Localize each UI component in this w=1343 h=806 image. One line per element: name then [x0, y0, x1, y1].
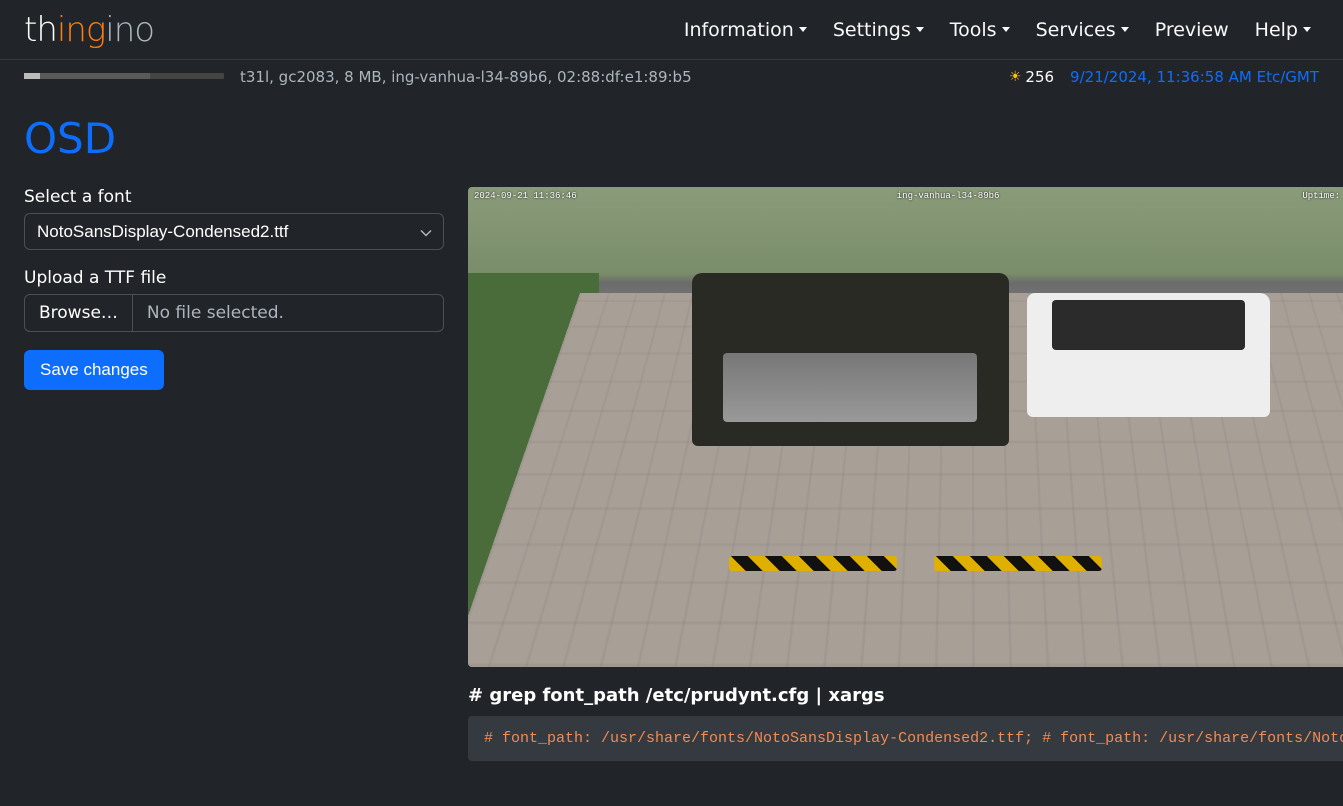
- nav-item-information[interactable]: Information: [676, 11, 815, 49]
- preview-panel: 2024-09-21 11:36:46 ing-vanhua-l34-89b6 …: [468, 187, 1343, 761]
- select-font-label: Select a font: [24, 187, 444, 207]
- chevron-down-icon: [1121, 27, 1129, 32]
- font-select[interactable]: NotoSansDisplay-Condensed2.ttf: [24, 213, 444, 250]
- save-changes-button[interactable]: Save changes: [24, 350, 164, 390]
- memory-progress: [24, 73, 224, 81]
- osd-overlay-timestamp: 2024-09-21 11:36:46: [474, 191, 577, 201]
- camera-preview-image: 2024-09-21 11:36:46 ing-vanhua-l34-89b6 …: [468, 187, 1343, 667]
- nav-links: Information Settings Tools Services Prev…: [676, 11, 1319, 49]
- brightness-indicator: ☀ 256: [1009, 68, 1054, 86]
- main-content: OSD Select a font NotoSansDisplay-Conden…: [0, 94, 1343, 781]
- logo[interactable]: thingino: [24, 10, 154, 50]
- nav-item-services[interactable]: Services: [1028, 11, 1137, 49]
- logo-part-th: th: [24, 10, 57, 50]
- nav-label: Help: [1255, 19, 1298, 41]
- chevron-down-icon: [799, 27, 807, 32]
- file-name-display: No file selected.: [133, 295, 298, 331]
- osd-overlay-hostname: ing-vanhua-l34-89b6: [897, 191, 1000, 201]
- command-output: # font_path: /usr/share/fonts/NotoSansDi…: [468, 716, 1343, 761]
- device-status-text: t31l, gc2083, 8 MB, ing-vanhua-l34-89b6,…: [240, 68, 993, 86]
- osd-overlay-uptime: Uptime: 000:36:03: [1302, 191, 1343, 201]
- nav-item-settings[interactable]: Settings: [825, 11, 932, 49]
- page-title: OSD: [24, 114, 1319, 163]
- upload-ttf-label: Upload a TTF file: [24, 268, 444, 288]
- nav-label: Tools: [950, 19, 997, 41]
- file-input[interactable]: Browse… No file selected.: [24, 294, 444, 332]
- nav-item-tools[interactable]: Tools: [942, 11, 1018, 49]
- browse-button[interactable]: Browse…: [25, 295, 133, 331]
- nav-label: Information: [684, 19, 794, 41]
- nav-label: Services: [1036, 19, 1116, 41]
- nav-label: Settings: [833, 19, 911, 41]
- command-label: # grep font_path /etc/prudynt.cfg | xarg…: [468, 685, 1343, 706]
- navbar: thingino Information Settings Tools Serv…: [0, 0, 1343, 59]
- timestamp-link[interactable]: 9/21/2024, 11:36:58 AM Etc/GMT: [1070, 68, 1319, 86]
- nav-label: Preview: [1155, 19, 1229, 41]
- status-bar: t31l, gc2083, 8 MB, ing-vanhua-l34-89b6,…: [0, 59, 1343, 94]
- logo-part-ino: ino: [105, 10, 154, 50]
- logo-part-ing: ing: [57, 10, 105, 50]
- brightness-value: 256: [1025, 68, 1054, 86]
- form-panel: Select a font NotoSansDisplay-Condensed2…: [24, 187, 444, 390]
- nav-item-preview[interactable]: Preview: [1147, 11, 1237, 49]
- nav-item-help[interactable]: Help: [1247, 11, 1319, 49]
- chevron-down-icon: [916, 27, 924, 32]
- sun-icon: ☀: [1009, 69, 1022, 85]
- chevron-down-icon: [1002, 27, 1010, 32]
- chevron-down-icon: [1303, 27, 1311, 32]
